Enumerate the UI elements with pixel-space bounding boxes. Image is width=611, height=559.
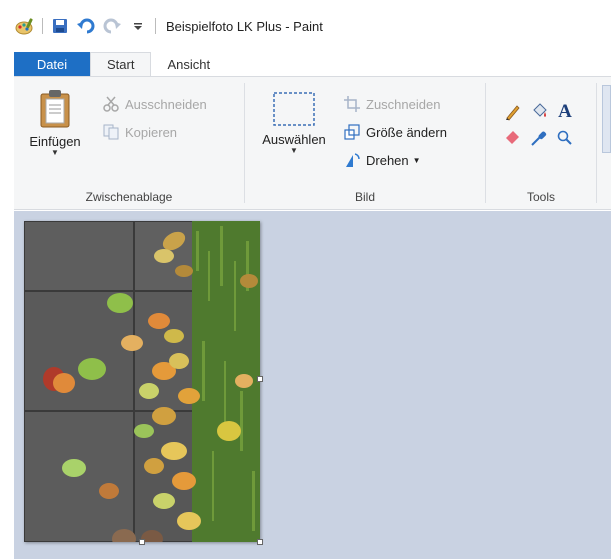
- cut-button[interactable]: Ausschneiden: [102, 93, 207, 115]
- canvas-image[interactable]: [24, 221, 260, 542]
- paste-label: Einfügen: [29, 134, 81, 149]
- tools-group: A Tools: [486, 77, 596, 210]
- cut-label: Ausschneiden: [125, 96, 207, 112]
- copy-icon: [102, 123, 120, 141]
- copy-button[interactable]: Kopieren: [102, 121, 177, 143]
- toolbar-separator: [155, 18, 156, 34]
- resize-handle-corner[interactable]: [257, 539, 263, 545]
- tools-group-label: Tools: [526, 190, 555, 204]
- tools-grid: A: [500, 99, 578, 151]
- tab-start[interactable]: Start: [90, 52, 152, 77]
- clipboard-icon: [20, 89, 90, 132]
- chevron-down-icon: ▼: [412, 155, 421, 165]
- rotate-label: Drehen: [366, 152, 409, 168]
- next-group-edge: [602, 85, 611, 153]
- crop-button[interactable]: Zuschneiden: [343, 93, 440, 115]
- paint-logo-icon[interactable]: [14, 15, 36, 37]
- paste-button[interactable]: Einfügen ▼: [20, 89, 90, 157]
- chevron-down-icon: ▼: [290, 146, 298, 155]
- redo-icon[interactable]: [101, 15, 123, 37]
- title-bar: Beispielfoto LK Plus - Paint: [0, 0, 611, 52]
- image-group-label: Bild: [354, 190, 375, 204]
- rotate-icon: [343, 151, 361, 169]
- clipboard-group: Einfügen ▼ Ausschneiden Kopieren Zwische…: [14, 77, 244, 210]
- photo-leaves-on-pavement: [24, 221, 260, 542]
- tab-view[interactable]: Ansicht: [151, 52, 226, 77]
- customize-dropdown-icon[interactable]: [127, 15, 149, 37]
- ribbon-tabs: Datei Start Ansicht: [14, 52, 226, 77]
- ribbon: Einfügen ▼ Ausschneiden Kopieren Zwische…: [14, 77, 611, 210]
- magnifier-icon[interactable]: [552, 125, 578, 151]
- quick-access-toolbar: Beispielfoto LK Plus - Paint: [14, 14, 323, 38]
- copy-label: Kopieren: [125, 124, 178, 140]
- rotate-button[interactable]: Drehen ▼: [343, 149, 421, 171]
- select-button[interactable]: Auswählen ▼: [251, 91, 337, 155]
- scissors-icon: [102, 95, 120, 113]
- color-picker-icon[interactable]: [526, 125, 552, 151]
- resize-label: Größe ändern: [366, 124, 447, 140]
- selection-icon: [251, 91, 337, 130]
- window-title: Beispielfoto LK Plus - Paint: [166, 18, 323, 34]
- image-group: Auswählen ▼ Zuschneiden Größe ändern Dre…: [245, 77, 485, 210]
- crop-label: Zuschneiden: [366, 96, 441, 112]
- fill-icon[interactable]: [526, 99, 552, 125]
- tab-file[interactable]: Datei: [14, 52, 90, 77]
- resize-button[interactable]: Größe ändern: [343, 121, 447, 143]
- text-icon[interactable]: A: [552, 99, 578, 125]
- save-icon[interactable]: [49, 15, 71, 37]
- crop-icon: [343, 95, 361, 113]
- undo-icon[interactable]: [75, 15, 97, 37]
- group-separator: [596, 83, 597, 203]
- clipboard-group-label: Zwischenablage: [85, 190, 173, 204]
- resize-icon: [343, 123, 361, 141]
- chevron-down-icon: ▼: [51, 148, 59, 157]
- pencil-icon[interactable]: [500, 99, 526, 125]
- resize-handle-bottom[interactable]: [139, 539, 145, 545]
- canvas-workspace[interactable]: [14, 211, 611, 559]
- select-label: Auswählen: [262, 132, 326, 147]
- resize-handle-right[interactable]: [257, 376, 263, 382]
- eraser-icon[interactable]: [500, 125, 526, 151]
- toolbar-separator: [42, 18, 43, 34]
